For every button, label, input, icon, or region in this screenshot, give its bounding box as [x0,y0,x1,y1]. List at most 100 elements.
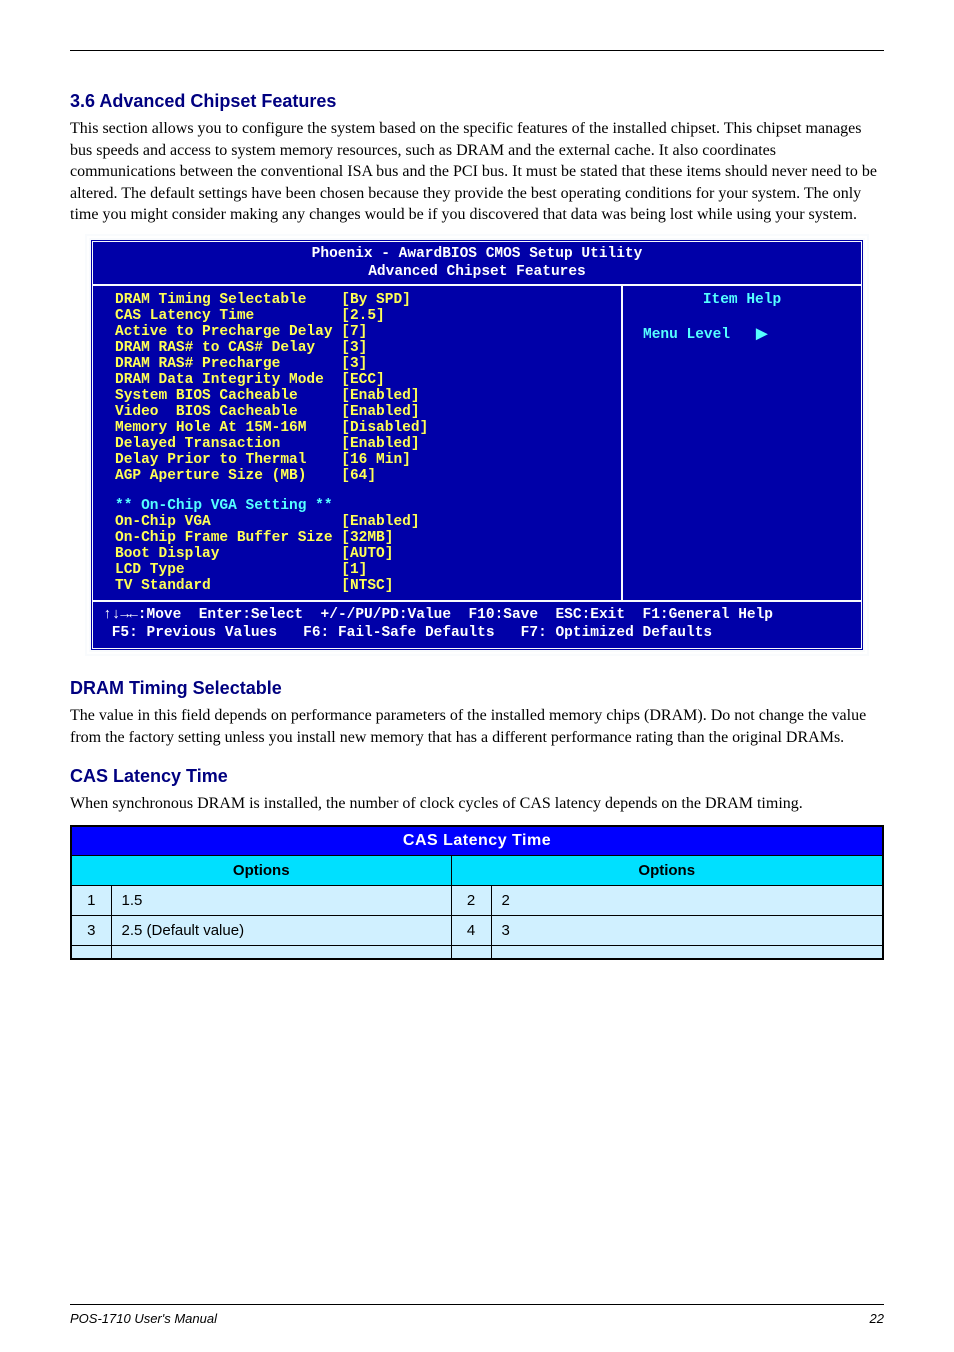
option-value: 2.5 (Default value) [111,916,451,946]
option-value [491,946,883,960]
setting-value: [1] [341,562,367,578]
bios-setting-row[interactable]: Delay Prior to Thermal [16 Min] [115,452,621,468]
setting-value: [7] [341,324,367,340]
document-page: 3.6 Advanced Chipset Features This secti… [0,0,954,1000]
spacer [115,484,621,498]
setting-label: DRAM Data Integrity Mode [115,372,333,388]
setting-label: TV Standard [115,578,333,594]
bios-setting-row[interactable]: CAS Latency Time [2.5] [115,308,621,324]
setting-value: [32MB] [341,530,393,546]
setting-value: [AUTO] [341,546,393,562]
bios-setting-row[interactable]: System BIOS Cacheable [Enabled] [115,388,621,404]
bios-setting-row[interactable]: Delayed Transaction [Enabled] [115,436,621,452]
footer-line: POS-1710 User's Manual 22 [70,1304,884,1326]
bios-setting-row[interactable]: TV Standard [NTSC] [115,578,621,594]
bios-section-header: ** On-Chip VGA Setting ** [115,498,621,514]
setting-label: Video BIOS Cacheable [115,404,333,420]
item-help-title: Item Help [629,292,855,308]
option-value: 3 [491,916,883,946]
menu-level-label: Menu Level [643,327,730,343]
setting-label: Delay Prior to Thermal [115,452,333,468]
setting-label: DRAM RAS# to CAS# Delay [115,340,333,356]
setting-value: [Enabled] [341,436,419,452]
table-header-row: Options Options [71,856,883,886]
bios-setting-row[interactable]: On-Chip Frame Buffer Size [32MB] [115,530,621,546]
setting-value: [Enabled] [341,404,419,420]
heading-dram-timing: DRAM Timing Selectable [70,678,884,699]
table-row: 3 2.5 (Default value) 4 3 [71,916,883,946]
bios-footer-line2: F5: Previous Values F6: Fail-Safe Defaul… [103,625,712,641]
setting-label: DRAM RAS# Precharge [115,356,333,372]
bios-screenshot: Phoenix - AwardBIOS CMOS Setup Utility A… [87,236,867,654]
bios-frame: Phoenix - AwardBIOS CMOS Setup Utility A… [89,238,865,652]
bios-setting-row[interactable]: Boot Display [AUTO] [115,546,621,562]
setting-label: CAS Latency Time [115,308,333,324]
option-value: 2 [491,886,883,916]
option-index: 4 [451,916,491,946]
bios-setting-row[interactable]: Memory Hole At 15M-16M [Disabled] [115,420,621,436]
option-value [111,946,451,960]
bios-body: DRAM Timing Selectable [By SPD] CAS Late… [93,286,861,600]
bios-setting-row[interactable]: LCD Type [1] [115,562,621,578]
bios-footer-line1: ↑↓→←:Move Enter:Select +/-/PU/PD:Value F… [103,607,773,623]
bios-setting-row[interactable]: DRAM Timing Selectable [By SPD] [115,292,621,308]
heading-advanced-chipset: 3.6 Advanced Chipset Features [70,91,884,112]
setting-label: AGP Aperture Size (MB) [115,468,333,484]
setting-value: [Enabled] [341,388,419,404]
bios-setting-row[interactable]: DRAM RAS# Precharge [3] [115,356,621,372]
heading-cas-latency: CAS Latency Time [70,766,884,787]
cas-latency-options-table: CAS Latency Time Options Options 1 1.5 2… [70,825,884,960]
table-title-row: CAS Latency Time [71,826,883,856]
bios-subtitle: Advanced Chipset Features [93,264,861,284]
option-value: 1.5 [111,886,451,916]
setting-label: Memory Hole At 15M-16M [115,420,333,436]
table-row [71,946,883,960]
setting-value: [Enabled] [341,514,419,530]
table-header-options-left: Options [71,856,451,886]
horizontal-rule-top [70,50,884,51]
setting-label: Delayed Transaction [115,436,333,452]
option-index: 3 [71,916,111,946]
menu-level: Menu Level ▶ [629,326,855,343]
bios-setting-row[interactable]: Active to Precharge Delay [7] [115,324,621,340]
setting-value: [Disabled] [341,420,428,436]
cas-latency-paragraph: When synchronous DRAM is installed, the … [70,793,884,815]
setting-value: [16 Min] [341,452,411,468]
setting-value: [64] [341,468,376,484]
setting-value: [ECC] [341,372,385,388]
footer-page-number: 22 [870,1311,884,1326]
footer-left: POS-1710 User's Manual [70,1311,217,1326]
setting-value: [3] [341,356,367,372]
bios-setting-row[interactable]: AGP Aperture Size (MB) [64] [115,468,621,484]
setting-label: DRAM Timing Selectable [115,292,333,308]
table-row: 1 1.5 2 2 [71,886,883,916]
option-index [71,946,111,960]
setting-value: [3] [341,340,367,356]
table-title: CAS Latency Time [71,826,883,856]
setting-label: Boot Display [115,546,333,562]
bios-setting-row[interactable]: Video BIOS Cacheable [Enabled] [115,404,621,420]
page-footer: POS-1710 User's Manual 22 [70,1304,884,1326]
setting-value: [2.5] [341,308,385,324]
setting-label: Active to Precharge Delay [115,324,333,340]
setting-label: On-Chip Frame Buffer Size [115,530,333,546]
setting-label: On-Chip VGA [115,514,333,530]
setting-label: LCD Type [115,562,333,578]
setting-label: System BIOS Cacheable [115,388,333,404]
setting-value: [By SPD] [341,292,411,308]
option-index: 1 [71,886,111,916]
bios-footer: ↑↓→←:Move Enter:Select +/-/PU/PD:Value F… [93,602,861,648]
intro-paragraph: This section allows you to configure the… [70,118,884,226]
bios-title: Phoenix - AwardBIOS CMOS Setup Utility [93,242,861,264]
bios-help-panel: Item Help Menu Level ▶ [623,286,861,600]
bios-setting-row[interactable]: DRAM Data Integrity Mode [ECC] [115,372,621,388]
bios-left-panel: DRAM Timing Selectable [By SPD] CAS Late… [93,286,623,600]
option-index: 2 [451,886,491,916]
bios-setting-row[interactable]: DRAM RAS# to CAS# Delay [3] [115,340,621,356]
dram-timing-paragraph: The value in this field depends on perfo… [70,705,884,748]
bios-setting-row[interactable]: On-Chip VGA [Enabled] [115,514,621,530]
setting-value: [NTSC] [341,578,393,594]
option-index [451,946,491,960]
table-header-options-right: Options [451,856,883,886]
chevron-right-icon: ▶ [756,326,767,342]
